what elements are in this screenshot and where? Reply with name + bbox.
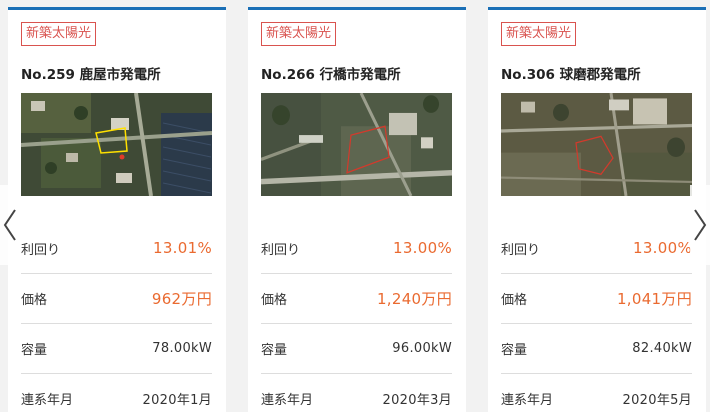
yield-value: 13.01% [153, 239, 212, 257]
price-row: 価格 1,041万円 [501, 273, 692, 323]
grid-connection-row: 連系年月 2020年3月 [261, 373, 452, 412]
spec-table: 利回り 13.00% 価格 1,041万円 容量 82.40kW 連系年月 20… [501, 223, 692, 412]
price-label: 価格 [501, 293, 528, 308]
property-card[interactable]: 新築太陽光 No.259 鹿屋市発電所 利回り 13.01% 価格 962万円 … [8, 7, 226, 412]
aerial-map-image[interactable] [21, 93, 212, 196]
grid-connection-label: 連系年月 [261, 393, 314, 408]
aerial-photo [261, 93, 452, 196]
grid-connection-row: 連系年月 2020年5月 [501, 373, 692, 412]
aerial-photo [21, 93, 212, 196]
yield-row: 利回り 13.01% [21, 223, 212, 273]
property-card[interactable]: 新築太陽光 No.306 球磨郡発電所 利回り 13.00% 価格 1,041万… [488, 7, 706, 412]
grid-connection-value: 2020年5月 [622, 393, 692, 408]
property-carousel: 新築太陽光 No.259 鹿屋市発電所 利回り 13.01% 価格 962万円 … [0, 0, 710, 412]
capacity-label: 容量 [261, 343, 288, 358]
chevron-left-icon [3, 209, 16, 241]
price-label: 価格 [21, 293, 48, 308]
yield-value: 13.00% [393, 239, 452, 257]
grid-connection-label: 連系年月 [21, 393, 74, 408]
property-card[interactable]: 新築太陽光 No.266 行橋市発電所 利回り 13.00% 価格 1,240万… [248, 7, 466, 412]
aerial-photo [501, 93, 692, 196]
yield-value: 13.00% [633, 239, 692, 257]
price-label: 価格 [261, 293, 288, 308]
new-solar-badge: 新築太陽光 [21, 22, 97, 46]
yield-label: 利回り [21, 242, 61, 258]
spec-table: 利回り 13.01% 価格 962万円 容量 78.00kW 連系年月 2020… [21, 223, 212, 412]
yield-label: 利回り [501, 242, 541, 258]
grid-connection-value: 2020年1月 [142, 393, 212, 408]
new-solar-badge: 新築太陽光 [501, 22, 577, 46]
grid-connection-row: 連系年月 2020年1月 [21, 373, 212, 412]
carousel-next-button[interactable] [690, 185, 710, 265]
yield-label: 利回り [261, 242, 301, 258]
new-solar-badge: 新築太陽光 [261, 22, 337, 46]
capacity-row: 容量 96.00kW [261, 323, 452, 373]
capacity-label: 容量 [21, 343, 48, 358]
capacity-value: 96.00kW [392, 341, 452, 356]
capacity-value: 78.00kW [152, 341, 212, 356]
chevron-right-icon [694, 209, 707, 241]
capacity-value: 82.40kW [632, 341, 692, 356]
aerial-map-image[interactable] [501, 93, 692, 196]
plant-title[interactable]: No.306 球磨郡発電所 [501, 63, 641, 83]
price-row: 価格 962万円 [21, 273, 212, 323]
grid-connection-value: 2020年3月 [382, 393, 452, 408]
spec-table: 利回り 13.00% 価格 1,240万円 容量 96.00kW 連系年月 20… [261, 223, 452, 412]
carousel-prev-button[interactable] [0, 185, 20, 265]
capacity-row: 容量 82.40kW [501, 323, 692, 373]
yield-row: 利回り 13.00% [261, 223, 452, 273]
yield-row: 利回り 13.00% [501, 223, 692, 273]
capacity-row: 容量 78.00kW [21, 323, 212, 373]
price-value: 1,240万円 [376, 290, 452, 308]
price-value: 1,041万円 [616, 290, 692, 308]
plant-title[interactable]: No.259 鹿屋市発電所 [21, 63, 161, 83]
capacity-label: 容量 [501, 343, 528, 358]
aerial-map-image[interactable] [261, 93, 452, 196]
plant-title[interactable]: No.266 行橋市発電所 [261, 63, 401, 83]
grid-connection-label: 連系年月 [501, 393, 554, 408]
price-value: 962万円 [151, 290, 212, 308]
price-row: 価格 1,240万円 [261, 273, 452, 323]
